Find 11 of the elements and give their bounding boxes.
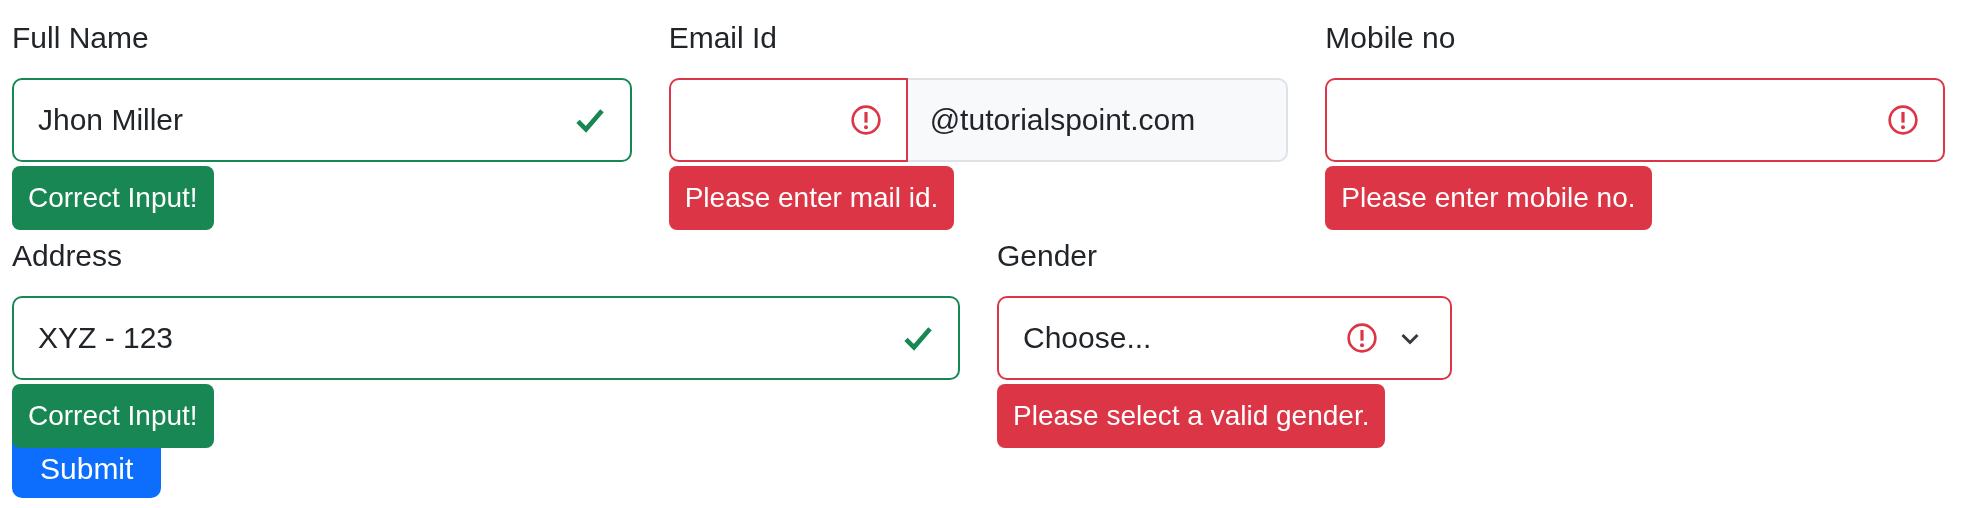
field-label: Address: [12, 238, 123, 274]
field-label: Email Id: [668, 20, 778, 56]
email-domain-addon: @tutorialspoint.com: [907, 78, 1289, 162]
field-label: Mobile no: [1325, 20, 1456, 56]
validation-tooltip: Correct Input!: [12, 384, 214, 448]
field-label: Full Name: [12, 20, 149, 56]
validation-tooltip: Please select a valid gender.: [997, 384, 1386, 448]
validation-tooltip: Please enter mail id.: [668, 166, 955, 230]
field-label: Gender: [997, 238, 1098, 274]
validation-tooltip: Correct Input!: [12, 166, 214, 230]
validation-tooltip: Please enter mobile no.: [1325, 166, 1652, 230]
